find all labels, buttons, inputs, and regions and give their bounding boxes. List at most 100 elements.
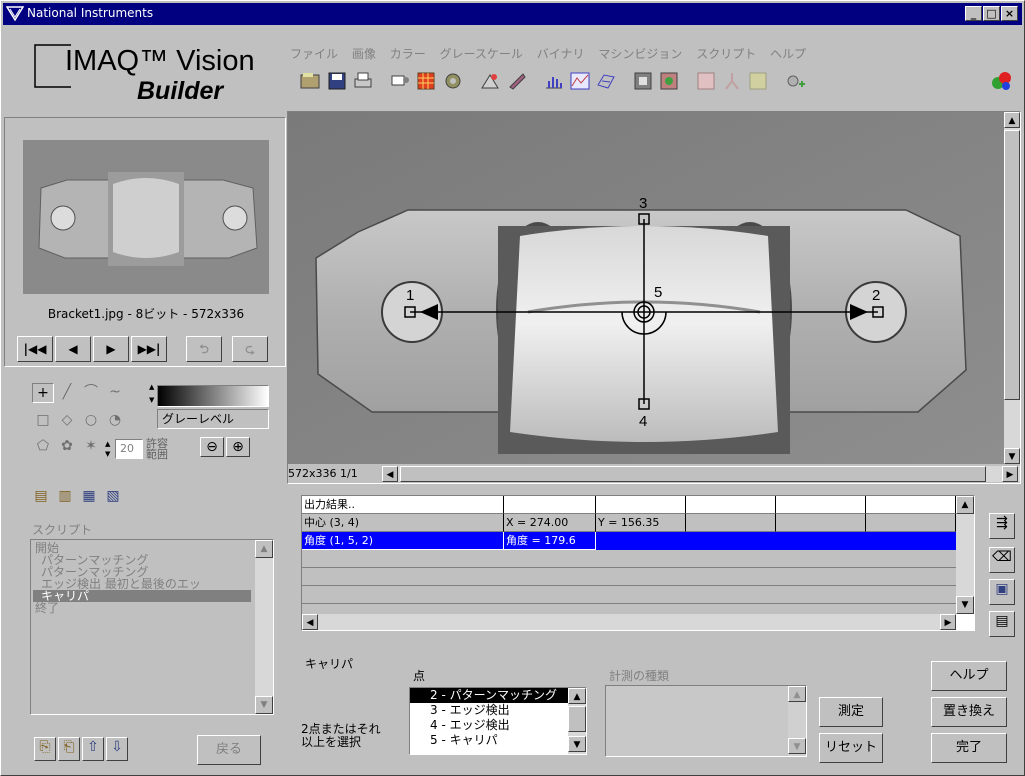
annulus-tool-icon[interactable]: ◔ <box>104 411 126 431</box>
done-button[interactable]: 完了 <box>931 733 1007 763</box>
help-button[interactable]: ヘルプ <box>931 661 1007 691</box>
points-scroll-thumb[interactable] <box>568 706 586 732</box>
acquire-icon[interactable] <box>388 69 412 93</box>
print-icon[interactable] <box>351 69 375 93</box>
maximize-button[interactable]: □ <box>983 6 1000 21</box>
scroll-down-icon[interactable]: ▼ <box>956 596 974 614</box>
scroll-left-icon[interactable]: ◀ <box>302 614 318 630</box>
polygon-tool-icon[interactable]: ⬠ <box>32 437 54 457</box>
script-step[interactable]: パターンマッチング <box>41 566 148 578</box>
point-item[interactable]: 4 - エッジ検出 <box>410 718 568 733</box>
freehand-line-tool-icon[interactable]: ~ <box>104 383 126 403</box>
color-tool-icon[interactable] <box>694 69 718 93</box>
calibration-icon[interactable] <box>478 69 502 93</box>
minimize-button[interactable]: _ <box>965 6 982 21</box>
scroll-up-icon[interactable]: ▲ <box>255 540 273 558</box>
scroll-left-icon[interactable]: ◀ <box>382 466 398 482</box>
gray-level-selector[interactable]: グレーレベル <box>157 409 269 429</box>
main-image[interactable]: 1 2 3 4 5 <box>288 112 1004 464</box>
rotated-rect-tool-icon[interactable]: ◇ <box>56 411 78 431</box>
scroll-up-icon[interactable]: ▲ <box>1004 112 1020 128</box>
vscroll-thumb[interactable] <box>1004 130 1020 400</box>
back-button[interactable]: 戻る <box>197 735 261 765</box>
script-step[interactable]: 終了 <box>35 602 59 614</box>
menu-grayscale[interactable]: グレースケール <box>440 47 523 61</box>
close-button[interactable]: × <box>1001 6 1018 21</box>
open-script-icon[interactable]: ▥ <box>54 487 76 507</box>
save-results-icon[interactable]: ▤ <box>989 611 1015 637</box>
new-script-icon[interactable]: ▤ <box>30 487 52 507</box>
results-vscrollbar[interactable]: ▲ ▼ <box>956 496 974 614</box>
zoom-in-icon[interactable]: ⊕ <box>226 437 250 457</box>
prev-image-button[interactable]: ◀ <box>55 336 91 362</box>
last-image-button[interactable]: ▶▶| <box>131 336 167 362</box>
open-image-icon[interactable] <box>298 69 322 93</box>
measure-icon[interactable] <box>631 69 655 93</box>
scroll-down-icon[interactable]: ▼ <box>255 696 273 714</box>
gray-selector-arrows-icon[interactable]: ▲ ▼ <box>149 381 154 409</box>
run-script-icon[interactable]: ▧ <box>102 487 124 507</box>
tolerance-spinner-icon[interactable]: ▲ ▼ <box>105 439 115 459</box>
undo-button[interactable]: ⮌ <box>186 336 222 362</box>
measure-type-scrollbar[interactable]: ▲ ▼ <box>788 686 806 756</box>
scroll-down-icon[interactable]: ▼ <box>568 736 586 752</box>
browse-icon[interactable] <box>414 69 438 93</box>
magic-wand-tool-icon[interactable]: ✶ <box>80 437 102 457</box>
zoom-out-icon[interactable]: ⊖ <box>200 437 224 457</box>
script-tool-1-icon[interactable]: ⎘ <box>34 737 56 761</box>
measure-button[interactable]: 測定 <box>819 697 883 727</box>
menu-binary[interactable]: バイナリ <box>537 47 585 61</box>
scroll-up-icon[interactable]: ▲ <box>568 688 586 704</box>
next-image-button[interactable]: ▶ <box>93 336 129 362</box>
gears-icon[interactable] <box>989 69 1013 93</box>
color-lut-icon[interactable] <box>746 69 770 93</box>
color-measure-icon[interactable] <box>657 69 681 93</box>
send-to-icon[interactable]: ⇶ <box>989 513 1015 539</box>
calibrate-tool-icon[interactable] <box>505 69 529 93</box>
menu-script[interactable]: スクリプト <box>696 47 756 61</box>
scroll-right-icon[interactable]: ▶ <box>1002 466 1018 482</box>
hscroll-thumb[interactable] <box>400 466 986 482</box>
results-hscrollbar[interactable]: ◀ ▶ <box>302 614 956 630</box>
line-profile-icon[interactable] <box>568 69 592 93</box>
table-row[interactable] <box>302 550 956 568</box>
table-row[interactable] <box>302 568 956 586</box>
point-item-selected[interactable]: 2 - パターンマッチング <box>410 688 568 703</box>
script-tool-2-icon[interactable]: ⎗ <box>58 737 80 761</box>
menu-image[interactable]: 画像 <box>352 47 376 61</box>
rectangle-tool-icon[interactable]: □ <box>32 411 54 431</box>
first-image-button[interactable]: |◀◀ <box>17 336 53 362</box>
menu-help[interactable]: ヘルプ <box>770 47 806 61</box>
reset-button[interactable]: リセット <box>819 733 883 763</box>
replace-button[interactable]: 置き換え <box>931 697 1007 727</box>
histogram-icon[interactable] <box>542 69 566 93</box>
gray-gradient[interactable] <box>157 385 269 407</box>
table-row-selected[interactable]: 角度 (1, 5, 2) 角度 = 179.6 <box>302 532 956 550</box>
menu-color[interactable]: カラー <box>390 47 426 61</box>
export-icon[interactable]: ▣ <box>989 579 1015 605</box>
thumbnail-image[interactable] <box>23 140 269 294</box>
pointer-tool-icon[interactable]: + <box>32 383 54 403</box>
freehand-tool-icon[interactable]: ✿ <box>56 437 78 457</box>
points-scrollbar[interactable]: ▲ ▼ <box>568 688 586 754</box>
tolerance-input[interactable]: 20 <box>115 439 143 459</box>
menu-file[interactable]: ファイル <box>290 47 338 61</box>
oval-tool-icon[interactable]: ○ <box>80 411 102 431</box>
point-item[interactable]: 3 - エッジ検出 <box>410 703 568 718</box>
line-tool-icon[interactable]: ╱ <box>56 383 78 403</box>
move-up-icon[interactable]: ⇧ <box>82 737 104 761</box>
measure-type-list[interactable]: ▲ ▼ <box>605 685 807 757</box>
scroll-down-icon[interactable]: ▼ <box>788 738 806 754</box>
title-bar[interactable]: National Instruments _ □ × <box>3 3 1022 25</box>
move-down-icon[interactable]: ⇩ <box>106 737 128 761</box>
point-item[interactable]: 5 - キャリパ <box>410 733 568 748</box>
pattern-match-icon[interactable] <box>783 69 807 93</box>
redo-button[interactable]: ⮎ <box>232 336 268 362</box>
script-scrollbar[interactable]: ▲ ▼ <box>255 540 273 714</box>
table-row[interactable] <box>302 586 956 604</box>
script-step-selected[interactable]: キャリパ <box>33 590 251 602</box>
3d-view-icon[interactable] <box>594 69 618 93</box>
scroll-down-icon[interactable]: ▼ <box>1004 448 1020 464</box>
save-script-icon[interactable]: ▦ <box>78 487 100 507</box>
scroll-up-icon[interactable]: ▲ <box>788 686 806 702</box>
